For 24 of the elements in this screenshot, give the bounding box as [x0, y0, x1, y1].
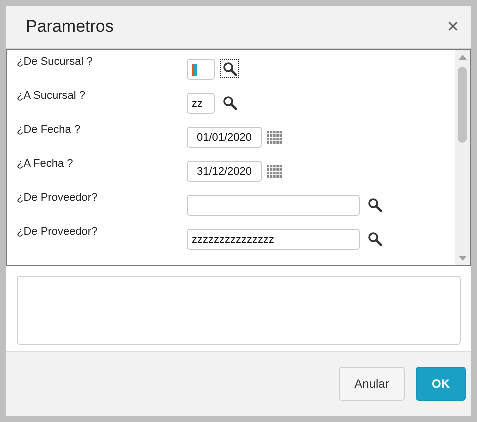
input-field[interactable]	[187, 195, 360, 216]
close-button[interactable]: ×	[445, 17, 461, 37]
search-icon	[222, 62, 236, 76]
scrollbar[interactable]	[455, 50, 470, 265]
cancel-button[interactable]: Anular	[339, 367, 405, 401]
field-label: ¿De Proveedor?	[17, 191, 99, 206]
scrollbar-thumb[interactable]	[458, 67, 467, 143]
input-field[interactable]: 31/12/2020	[187, 161, 262, 182]
search-icon	[368, 232, 382, 246]
calendar-icon[interactable]	[267, 165, 283, 179]
field-label: ¿De Proveedor?	[17, 225, 99, 240]
field-label: ¿A Sucursal ?	[17, 89, 86, 104]
input-field[interactable]: zz	[187, 93, 215, 114]
search-icon	[222, 96, 236, 110]
input-field[interactable]	[187, 59, 215, 80]
field-label: ¿A Fecha ?	[17, 157, 74, 172]
dialog-title: Parametros	[26, 17, 114, 37]
input-field[interactable]: 01/01/2020	[187, 127, 262, 148]
calendar-icon[interactable]	[267, 131, 283, 145]
input-field[interactable]: zzzzzzzzzzzzzzz	[187, 229, 360, 250]
field-label: ¿De Fecha ?	[17, 123, 82, 138]
search-icon	[368, 198, 382, 212]
field-label: ¿De Sucursal ?	[17, 55, 94, 70]
search-button[interactable]	[220, 59, 239, 78]
